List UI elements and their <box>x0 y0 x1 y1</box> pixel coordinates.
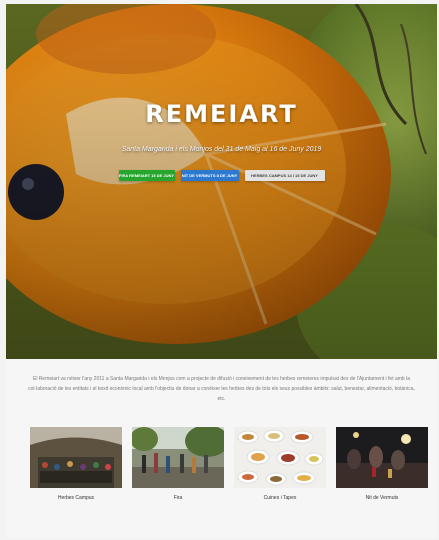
cuines-tapes-photo[interactable] <box>234 427 326 488</box>
intro-text: El Remeiart va néixer l'any 2011 a Santa… <box>28 376 415 402</box>
fira-remeiart-button[interactable]: FIRA REMEIART 15 DE JUNY <box>118 170 175 181</box>
gallery-caption[interactable]: Herbes Campus <box>30 495 122 501</box>
gallery-card-nit-vermuts[interactable]: Nit de Vermuts <box>336 427 428 501</box>
nit-vermuts-photo[interactable] <box>336 427 428 488</box>
gallery-card-cuines-tapes[interactable]: Cuines i Tapes <box>234 427 326 501</box>
page: REMEIART Santa Margarida i els Monjos de… <box>6 4 437 538</box>
gallery-card-herbes-campus[interactable]: Herbes Campus <box>30 427 122 501</box>
herbes-campus-button[interactable]: HERBES CAMPUS 14 I 15 DE JUNY <box>244 170 325 181</box>
hero-buttons: FIRA REMEIART 15 DE JUNY NIT DE VERMUTS … <box>6 170 437 181</box>
site-title: REMEIART <box>145 100 298 128</box>
gallery-caption[interactable]: Nit de Vermuts <box>336 495 428 501</box>
gallery: Herbes Campus Fira Cuines i Tapes Nit de… <box>6 427 437 527</box>
hero-banner: REMEIART Santa Margarida i els Monjos de… <box>6 4 437 359</box>
fira-photo[interactable] <box>132 427 224 488</box>
gallery-caption[interactable]: Cuines i Tapes <box>234 495 326 501</box>
hero-orange-photo <box>6 4 437 359</box>
hero-subtitle: Santa Margarida i els Monjos del 31 de M… <box>121 146 322 153</box>
nit-vermuts-button[interactable]: NIT DE VERMUTS 8 DE JUNY <box>180 170 239 181</box>
herbes-campus-photo[interactable] <box>30 427 122 488</box>
gallery-caption[interactable]: Fira <box>132 495 224 501</box>
gallery-card-fira[interactable]: Fira <box>132 427 224 501</box>
